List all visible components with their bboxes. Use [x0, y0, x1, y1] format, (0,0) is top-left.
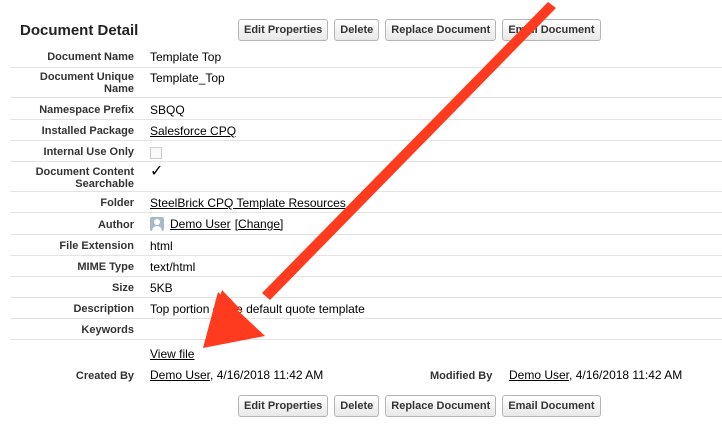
field-row-document-name: Document Name Template Top: [10, 46, 722, 68]
field-row-file-extension: File Extension html: [10, 235, 722, 256]
replace-document-button[interactable]: Replace Document: [385, 19, 497, 41]
field-row-author: Author Demo User [Change]: [10, 213, 722, 235]
author-change-link[interactable]: [Change]: [235, 217, 284, 231]
modified-date: , 4/16/2018 11:42 AM: [569, 368, 683, 382]
view-file-link[interactable]: View file: [150, 347, 194, 361]
field-label: Author: [97, 219, 134, 231]
field-label: Document Content Searchable: [35, 166, 134, 190]
field-label: Internal Use Only: [43, 146, 134, 158]
field-row-installed-package: Installed Package Salesforce CPQ: [10, 120, 722, 141]
bottom-button-bar: Edit Properties Delete Replace Document …: [238, 395, 601, 417]
created-modified-row: Created By Demo User, 4/16/2018 11:42 AM…: [10, 368, 722, 386]
field-row-document-unique-name: Document Unique Name Template_Top: [10, 68, 722, 98]
delete-button[interactable]: Delete: [334, 19, 380, 41]
field-row-namespace-prefix: Namespace Prefix SBQQ: [10, 98, 722, 120]
field-label: Folder: [100, 197, 134, 209]
field-row-description: Description Top portion of the default q…: [10, 298, 722, 319]
field-value: SBQQ: [150, 103, 185, 117]
field-row-content-searchable: Document Content Searchable ✓: [10, 162, 722, 192]
field-label: Description: [73, 303, 134, 315]
field-row-internal-use-only: Internal Use Only: [10, 141, 722, 162]
field-value: Template Top: [150, 50, 222, 64]
modified-by-user-link[interactable]: Demo User: [509, 368, 569, 382]
field-row-keywords: Keywords: [10, 319, 722, 340]
field-label: Document Unique Name: [39, 71, 134, 95]
section-title: Document Detail: [20, 22, 139, 39]
field-value: 5KB: [150, 281, 173, 295]
modified-by-label: Modified By: [430, 370, 493, 382]
edit-properties-button-bottom[interactable]: Edit Properties: [238, 395, 329, 417]
detail-fields: Document Name Template Top Document Uniq…: [10, 46, 722, 340]
replace-document-button-bottom[interactable]: Replace Document: [385, 395, 497, 417]
field-label: Namespace Prefix: [39, 104, 134, 116]
email-document-button[interactable]: Email Document: [502, 19, 601, 41]
field-value: Template_Top: [150, 71, 225, 85]
delete-button-bottom[interactable]: Delete: [334, 395, 380, 417]
field-label: MIME Type: [77, 261, 134, 273]
installed-package-link[interactable]: Salesforce CPQ: [150, 124, 236, 138]
field-row-mime-type: MIME Type text/html: [10, 256, 722, 277]
field-value: Top portion of the default quote templat…: [150, 302, 365, 316]
folder-link[interactable]: SteelBrick CPQ Template Resources: [150, 196, 346, 210]
created-by-label: Created By: [75, 370, 134, 382]
edit-properties-button[interactable]: Edit Properties: [238, 19, 329, 41]
field-label: Document Name: [47, 51, 134, 63]
field-value: html: [150, 239, 173, 253]
created-date: , 4/16/2018 11:42 AM: [210, 368, 324, 382]
internal-use-checkbox: [150, 147, 162, 159]
top-button-bar: Edit Properties Delete Replace Document …: [238, 19, 601, 41]
field-row-size: Size 5KB: [10, 277, 722, 298]
field-label: Size: [111, 282, 134, 294]
author-user-link[interactable]: Demo User: [170, 217, 231, 231]
checkmark-icon: ✓: [150, 163, 164, 180]
email-document-button-bottom[interactable]: Email Document: [502, 395, 601, 417]
field-value: text/html: [150, 260, 196, 274]
field-row-folder: Folder SteelBrick CPQ Template Resources: [10, 192, 722, 213]
user-avatar-icon: [150, 217, 164, 231]
created-by-user-link[interactable]: Demo User: [150, 368, 210, 382]
field-label: File Extension: [59, 240, 134, 252]
field-label: Keywords: [81, 324, 134, 336]
field-label: Installed Package: [41, 125, 134, 137]
